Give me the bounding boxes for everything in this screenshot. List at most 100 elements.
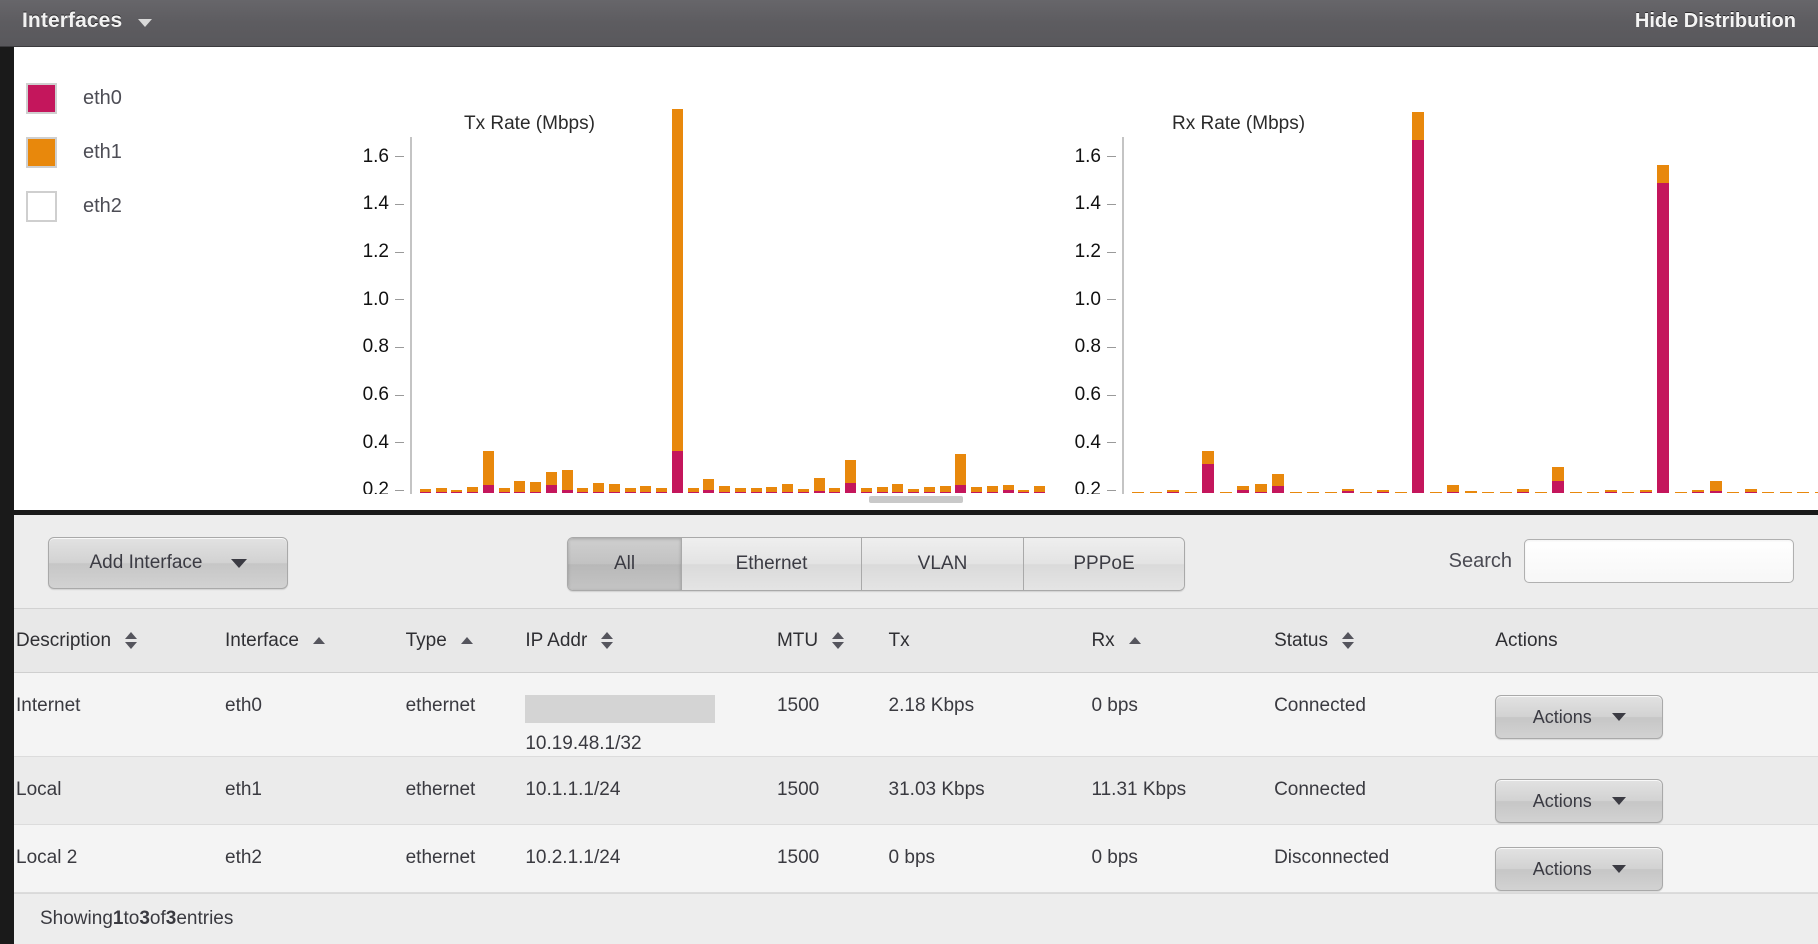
cell-type: ethernet [403, 756, 524, 825]
column-header-description[interactable]: Description [14, 608, 223, 673]
cell-mtu: 1500 [774, 672, 887, 757]
column-header-ip-addr[interactable]: IP Addr [523, 608, 775, 673]
y-tick-label: 0.8 [1075, 336, 1116, 358]
chart-bar [1499, 492, 1512, 493]
splitter-grip-icon[interactable] [869, 496, 963, 503]
table-row[interactable]: Local eth1 ethernet 10.1.1.1/24 1500 31.… [14, 756, 1818, 825]
bar-segment-eth1 [530, 481, 542, 492]
legend-item-eth2[interactable]: eth2 [26, 179, 276, 233]
cell-actions: Actions [1493, 824, 1818, 893]
actions-button[interactable]: Actions [1495, 779, 1664, 823]
chart-bar [971, 486, 983, 493]
chart-bar [608, 484, 620, 493]
legend-swatch-eth1[interactable] [26, 136, 57, 168]
sort-icon-type[interactable] [460, 637, 473, 644]
chart-bar [1237, 486, 1250, 493]
bar-segment-eth1 [1429, 491, 1442, 493]
column-header-status[interactable]: Status [1272, 608, 1494, 673]
sort-icon-status[interactable] [1341, 632, 1354, 649]
chart-bar [1797, 492, 1810, 493]
bar-segment-eth0 [782, 491, 794, 493]
column-header-type[interactable]: Type [403, 608, 524, 673]
chart-bar [1412, 111, 1425, 493]
sort-icon-description[interactable] [125, 632, 138, 649]
footer-from: 1 [112, 908, 124, 929]
cell-mtu: 1500 [774, 756, 887, 825]
bar-segment-eth1 [955, 454, 967, 486]
filter-tab-pppoe[interactable]: PPPoE [1024, 538, 1184, 590]
chart-bar [797, 488, 809, 493]
cell-tx: 2.18 Kbps [886, 672, 1090, 757]
actions-button-label: Actions [1532, 858, 1592, 879]
filter-tab-ethernet[interactable]: Ethernet [682, 538, 862, 590]
bar-segment-eth0 [845, 483, 857, 493]
bar-segment-eth1 [1307, 491, 1320, 493]
column-header-tx[interactable]: Tx [886, 608, 1090, 673]
bar-segment-eth0 [1167, 491, 1180, 493]
bar-segment-eth0 [750, 491, 762, 493]
table-row[interactable]: Internet eth0 ethernet 10.19.48.1/32 150… [14, 672, 1818, 757]
chart-tx-yaxis: 0.2 0.4 0.6 0.8 1.0 1.2 1.4 1.6 [338, 133, 404, 543]
column-header-rx[interactable]: Rx [1089, 608, 1273, 673]
filter-tab-vlan[interactable]: VLAN [862, 538, 1024, 590]
chart-bar [419, 488, 431, 493]
panel-splitter[interactable] [0, 494, 1818, 510]
chevron-down-icon[interactable] [138, 19, 153, 27]
sort-icon-interface[interactable] [312, 637, 325, 644]
chart-bar [1692, 489, 1705, 493]
footer-suffix: entries [176, 908, 234, 929]
cell-rx: 11.31 Kbps [1089, 756, 1273, 825]
bar-segment-eth0 [1034, 491, 1046, 493]
legend-item-eth1[interactable]: eth1 [26, 125, 276, 179]
cell-ip-addr: 10.1.1.1/24 [523, 756, 775, 825]
bar-segment-eth0 [1237, 490, 1250, 493]
column-header-mtu[interactable]: MTU [774, 608, 887, 673]
actions-button[interactable]: Actions [1495, 695, 1664, 739]
chart-bar [750, 487, 762, 493]
chart-bar [624, 488, 636, 493]
page-title: Interfaces [22, 9, 123, 32]
chart-bar [1587, 492, 1600, 493]
column-label: Type [405, 629, 447, 651]
cell-type: ethernet [403, 824, 524, 893]
filter-tab-all[interactable]: All [568, 538, 682, 590]
bar-segment-eth0 [939, 491, 951, 493]
hide-distribution-button[interactable]: Hide Distribution [1635, 10, 1796, 33]
cell-rx: 0 bps [1089, 824, 1273, 893]
table-row[interactable]: Local 2 eth2 ethernet 10.2.1.1/24 1500 0… [14, 824, 1818, 893]
chart-bar [1639, 489, 1652, 493]
cell-description: Local [14, 756, 223, 825]
chart-bar [1002, 484, 1014, 493]
column-header-interface[interactable]: Interface [223, 608, 404, 673]
bar-segment-eth0 [1552, 481, 1565, 493]
bar-segment-eth1 [1394, 492, 1407, 493]
sort-icon-ip-addr[interactable] [601, 632, 614, 649]
y-tick-label: 1.6 [1075, 146, 1116, 168]
chart-bar [545, 472, 557, 493]
chart-bar [1184, 492, 1197, 493]
chart-bar [467, 486, 479, 493]
y-tick-label: 1.4 [1075, 193, 1116, 215]
bar-segment-eth0 [1447, 492, 1460, 493]
search-input[interactable] [1524, 539, 1794, 583]
chart-bar [1744, 489, 1757, 493]
bar-segment-eth0 [514, 491, 526, 493]
interface-type-filter: All Ethernet VLAN PPPoE [567, 537, 1185, 591]
legend-item-eth0[interactable]: eth0 [26, 71, 276, 125]
bar-segment-eth0 [1692, 492, 1705, 493]
add-interface-button[interactable]: Add Interface [48, 537, 288, 589]
actions-button[interactable]: Actions [1495, 847, 1664, 891]
cell-description: Local 2 [14, 824, 223, 893]
chevron-down-icon [230, 558, 247, 568]
sort-icon-mtu[interactable] [832, 632, 845, 649]
chart-tx-plot [418, 88, 1048, 493]
legend-swatch-eth0[interactable] [26, 82, 57, 114]
chart-bar [1219, 492, 1232, 493]
sort-icon-rx[interactable] [1128, 637, 1141, 644]
footer-total: 3 [165, 908, 177, 929]
chart-bar [1272, 473, 1285, 493]
bar-segment-eth0 [1018, 492, 1030, 493]
legend-swatch-eth2[interactable] [26, 190, 57, 222]
panel-titlebar: Interfaces Hide Distribution [0, 0, 1818, 47]
bar-segment-eth1 [1569, 491, 1582, 493]
